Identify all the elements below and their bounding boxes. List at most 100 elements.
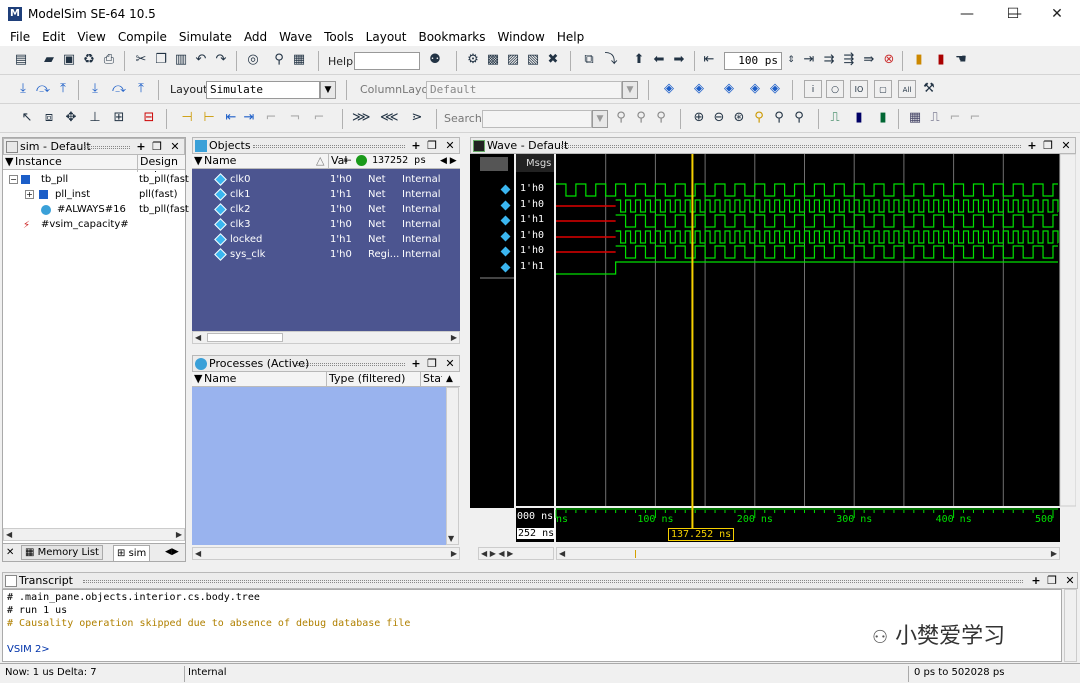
memory-profile-icon[interactable]: ▮ [932, 51, 950, 69]
save-icon[interactable]: ▣ [60, 51, 78, 69]
wave-style-1-icon[interactable]: ▦ [906, 109, 924, 127]
menu-window[interactable]: Window [492, 30, 551, 44]
menu-compile[interactable]: Compile [112, 30, 173, 44]
stop-icon[interactable]: ⊗ [880, 51, 898, 69]
menu-edit[interactable]: Edit [36, 30, 71, 44]
transcript-dock-icon[interactable]: + [1029, 573, 1043, 588]
step-into-icon[interactable]: ⤓ [14, 80, 32, 98]
wave-style-4-icon[interactable]: ⌐ [966, 109, 984, 127]
hand-icon[interactable]: ☚ [952, 51, 970, 69]
step-icon[interactable]: ⤵ [602, 51, 620, 69]
tab-scroll-icon[interactable]: ◀▶ [165, 547, 179, 557]
delta-icon[interactable]: ⋗ [408, 109, 426, 127]
info-icon[interactable]: i [804, 80, 822, 98]
restart-icon[interactable]: ⇤ [700, 51, 718, 69]
search-next-icon[interactable]: ⚲ [632, 109, 650, 127]
wave-format-1-icon[interactable]: ⎍ [826, 109, 844, 127]
search-prev-icon[interactable]: ⚲ [612, 109, 630, 127]
all-icon[interactable]: All [898, 80, 916, 98]
wave-style-2-icon[interactable]: ⎍ [926, 109, 944, 127]
tree-row-always[interactable]: #ALWAYS#16 tb_pll(fast [3, 202, 189, 217]
tab-memory-list[interactable]: ▦ Memory List [21, 545, 103, 560]
help-search-input[interactable] [354, 52, 420, 70]
tree-row-pll-inst[interactable]: + pll_inst pll(fast) [3, 187, 185, 202]
wave-hscrollbar[interactable]: ◀ ▶ [556, 547, 1060, 560]
expand-icon[interactable]: + [25, 190, 34, 199]
wave-color-icon[interactable]: ◈ [746, 80, 764, 98]
back-arrow-icon[interactable]: ⬅ [650, 51, 668, 69]
step-out-back-icon[interactable]: ⤒ [132, 80, 150, 98]
column-layout-select[interactable]: Default [426, 81, 622, 99]
performance-icon[interactable]: ▮ [910, 51, 928, 69]
wave-edit-icon[interactable]: ◈ [720, 80, 738, 98]
break-icon[interactable]: ✖ [544, 51, 562, 69]
menu-bookmarks[interactable]: Bookmarks [412, 30, 491, 44]
edge-icon[interactable]: ⊥ [86, 109, 104, 127]
sim-undock-icon[interactable]: ❐ [150, 139, 164, 154]
transcript-vscrollbar[interactable] [1064, 589, 1077, 662]
falling-edge-icon[interactable]: ¬ [286, 109, 304, 127]
col-type[interactable]: Type (filtered) [326, 372, 405, 386]
zoom-in-icon[interactable]: ⊕ [690, 109, 708, 127]
object-row[interactable]: clk3 1'h0 Net Internal [192, 217, 460, 232]
paste-icon[interactable]: ▥ [172, 51, 190, 69]
hierarchy-icon[interactable]: ▦ [290, 51, 308, 69]
tree-row-tb-pll[interactable]: − tb_pll tb_pll(fast [3, 172, 189, 187]
layout-dropdown-icon[interactable]: ▼ [320, 81, 336, 99]
search-dropdown-icon[interactable]: ▼ [592, 110, 608, 128]
wave-toolbar-icon[interactable] [480, 157, 508, 171]
menu-simulate[interactable]: Simulate [173, 30, 238, 44]
sim-dock-icon[interactable]: + [134, 139, 148, 154]
time-anchor-icon[interactable]: ⇤ [344, 154, 352, 168]
step-over-icon[interactable]: ⤼ [34, 80, 52, 98]
up-arrow-icon[interactable]: ⬆ [630, 51, 648, 69]
compile-all-icon[interactable]: ▩ [484, 51, 502, 69]
processes-hscrollbar[interactable]: ◀ ▶ [192, 547, 460, 560]
scroll-up-icon[interactable]: ▲ [446, 372, 453, 386]
find-icon[interactable]: ⚲ [270, 51, 288, 69]
io-icon[interactable]: IO [850, 80, 868, 98]
cut-icon[interactable]: ✂ [132, 51, 150, 69]
reload-icon[interactable]: ♻ [80, 51, 98, 69]
wave-format-2-icon[interactable]: ▮ [850, 109, 868, 127]
continue-icon[interactable]: ⇉ [820, 51, 838, 69]
close-button[interactable]: ✕ [1034, 0, 1080, 28]
insert-cursor-icon[interactable]: ⊞ [110, 109, 128, 127]
step-over-back-icon[interactable]: ⤼ [110, 80, 128, 98]
expand-time-icon[interactable]: ⋙ [352, 109, 371, 127]
filter-icon[interactable]: ⚒ [920, 80, 938, 98]
processes-close-icon[interactable]: ✕ [443, 356, 457, 371]
object-row[interactable]: clk2 1'h0 Net Internal [192, 202, 460, 217]
object-row[interactable]: clk0 1'h0 Net Internal [192, 172, 460, 187]
print-icon[interactable]: ⎙ [100, 51, 118, 69]
object-row[interactable]: clk1 1'h1 Net Internal [192, 187, 460, 202]
redo-icon[interactable]: ↷ [212, 51, 230, 69]
new-file-icon[interactable]: ▤ [12, 51, 30, 69]
forward-arrow-icon[interactable]: ➡ [670, 51, 688, 69]
tab-close-icon[interactable]: ✕ [6, 547, 14, 558]
zoom-out-icon[interactable]: ⊖ [710, 109, 728, 127]
rising-edge-icon[interactable]: ⌐ [262, 109, 280, 127]
wave-style-3-icon[interactable]: ⌐ [946, 109, 964, 127]
box-icon[interactable]: ▢ [874, 80, 892, 98]
column-layout-dropdown-icon[interactable]: ▼ [622, 81, 638, 99]
wave-add-icon[interactable]: ◈ [660, 80, 678, 98]
wave-close-icon[interactable]: ✕ [1059, 138, 1073, 153]
layout-select[interactable]: Simulate [206, 81, 320, 99]
find-next-edge-icon[interactable]: ⊢ [200, 109, 218, 127]
cursor-time-label[interactable]: 137.252 ns [668, 528, 735, 541]
collapse-icon[interactable]: − [9, 175, 18, 184]
processes-undock-icon[interactable]: ❐ [425, 356, 439, 371]
zoom-full-icon[interactable]: ⊛ [730, 109, 748, 127]
object-row[interactable]: sys_clk 1'h0 Regi... Internal [192, 247, 460, 262]
add-wave-icon[interactable]: ⧉ [580, 51, 598, 69]
col-state[interactable]: State [420, 372, 442, 386]
compile-order-icon[interactable]: ▨ [504, 51, 522, 69]
prev-transition-icon[interactable]: ⇤ [222, 109, 240, 127]
simulate-icon[interactable]: ▧ [524, 51, 542, 69]
tab-sim[interactable]: ⊞ sim [113, 545, 151, 561]
sim-close-icon[interactable]: ✕ [168, 139, 182, 154]
undo-icon[interactable]: ↶ [192, 51, 210, 69]
col-name[interactable]: Name [204, 154, 236, 168]
col-instance[interactable]: Instance [15, 155, 62, 169]
